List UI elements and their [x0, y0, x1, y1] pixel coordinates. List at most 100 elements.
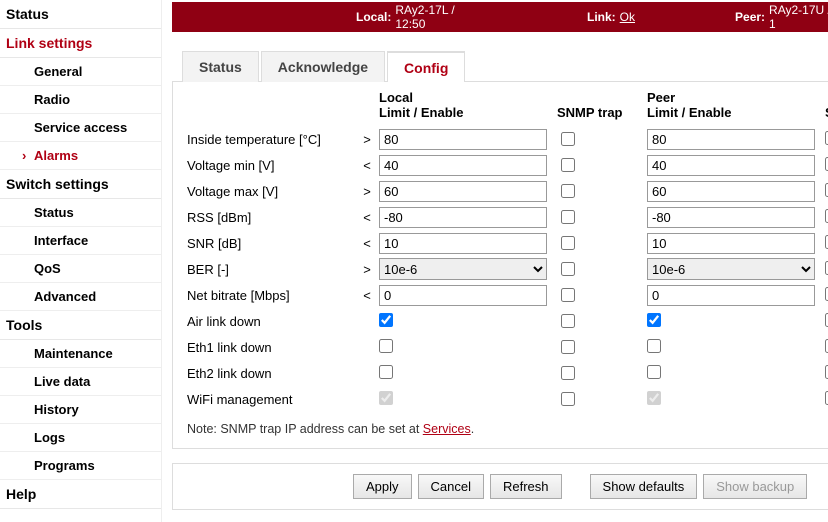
local-input[interactable] — [379, 207, 547, 228]
peer-cell — [647, 233, 825, 254]
header-bar: Local: RAy2-17L / 12:50 Link: Ok Peer: R… — [172, 2, 828, 32]
config-row: BER [-]>10e-610e-6 — [187, 256, 828, 282]
snmp-checkbox[interactable] — [561, 366, 575, 380]
local-input[interactable] — [379, 129, 547, 150]
local-cell — [379, 129, 557, 150]
nav-item-interface[interactable]: Interface — [0, 227, 161, 255]
tab-acknowledge[interactable]: Acknowledge — [261, 51, 385, 82]
nav-section-tools[interactable]: Tools — [0, 311, 161, 340]
peer-select[interactable]: 10e-6 — [647, 258, 815, 280]
local-cell — [379, 339, 557, 356]
snmp-cell — [557, 158, 647, 172]
col-local-line1: Local — [379, 90, 557, 105]
snmp-checkbox[interactable] — [561, 340, 575, 354]
col-local-line2: Limit / Enable — [379, 105, 557, 120]
row-label: Voltage min [V] — [187, 158, 355, 173]
local-cell — [379, 365, 557, 382]
header-local-label: Local: — [356, 10, 391, 24]
nav-item-switch-status[interactable]: Status — [0, 199, 161, 227]
nav-item-qos[interactable]: QoS — [0, 255, 161, 283]
peer-input[interactable] — [647, 181, 815, 202]
snmp-cell — [557, 210, 647, 224]
snmp-checkbox[interactable] — [561, 158, 575, 172]
peer-cell — [647, 155, 825, 176]
nav-item-radio[interactable]: Radio — [0, 86, 161, 114]
peer-cell — [647, 339, 825, 356]
local-checkbox[interactable] — [379, 365, 393, 379]
nav-section-help[interactable]: Help — [0, 480, 161, 509]
note-text: Note: SNMP trap IP address can be set at… — [187, 422, 828, 436]
config-row: Voltage max [V]> — [187, 178, 828, 204]
peer-cell — [647, 181, 825, 202]
col-peer-line1: Peer — [647, 90, 825, 105]
snmp-cell — [557, 366, 647, 380]
nav-item-live-data[interactable]: Live data — [0, 368, 161, 396]
cancel-button[interactable]: Cancel — [418, 474, 484, 499]
local-cell — [379, 181, 557, 202]
config-row: Air link down — [187, 308, 828, 334]
local-checkbox[interactable] — [379, 339, 393, 353]
nav-item-programs[interactable]: Programs — [0, 452, 161, 480]
tab-config[interactable]: Config — [387, 51, 465, 82]
local-input[interactable] — [379, 155, 547, 176]
main-area: Local: RAy2-17L / 12:50 Link: Ok Peer: R… — [162, 0, 828, 522]
peer-checkbox[interactable] — [647, 365, 661, 379]
row-operator: < — [355, 236, 379, 251]
local-checkbox[interactable] — [379, 313, 393, 327]
snmp-checkbox[interactable] — [561, 132, 575, 146]
header-link-label: Link: — [587, 10, 616, 24]
peer-input[interactable] — [647, 155, 815, 176]
local-select[interactable]: 10e-6 — [379, 258, 547, 280]
show-defaults-button[interactable]: Show defaults — [590, 474, 698, 499]
services-link[interactable]: Services — [423, 422, 471, 436]
local-input[interactable] — [379, 181, 547, 202]
peer-input[interactable] — [647, 285, 815, 306]
header-link-value[interactable]: Ok — [620, 10, 635, 24]
peer-checkbox — [647, 391, 661, 405]
action-bar: Apply Cancel Refresh Show defaults Show … — [172, 463, 828, 510]
local-cell — [379, 233, 557, 254]
config-panel: Local Limit / Enable SNMP trap Peer Limi… — [172, 82, 828, 449]
config-row: WiFi management — [187, 386, 828, 412]
row-operator: < — [355, 288, 379, 303]
snmp-checkbox[interactable] — [561, 392, 575, 406]
snmp-checkbox[interactable] — [561, 262, 575, 276]
config-row: Voltage min [V]< — [187, 152, 828, 178]
peer-input[interactable] — [647, 233, 815, 254]
snmp-checkbox[interactable] — [561, 236, 575, 250]
snmp-checkbox[interactable] — [561, 184, 575, 198]
tab-status[interactable]: Status — [182, 51, 259, 82]
nav-section-switch-settings[interactable]: Switch settings — [0, 170, 161, 199]
nav-section-link-settings[interactable]: Link settings — [0, 29, 161, 58]
row-label: Air link down — [187, 314, 355, 329]
snmp-checkbox[interactable] — [561, 314, 575, 328]
col-peer-line2: Limit / Enable — [647, 105, 825, 120]
peer-cell: 10e-6 — [647, 258, 825, 280]
nav-item-maintenance[interactable]: Maintenance — [0, 340, 161, 368]
peer-cell — [647, 207, 825, 228]
row-label: Eth2 link down — [187, 366, 355, 381]
config-row: Eth2 link down — [187, 360, 828, 386]
local-input[interactable] — [379, 233, 547, 254]
column-headers: Local Limit / Enable SNMP trap Peer Limi… — [187, 90, 828, 120]
refresh-button[interactable]: Refresh — [490, 474, 562, 499]
snmp-checkbox[interactable] — [561, 288, 575, 302]
nav-item-general[interactable]: General — [0, 58, 161, 86]
local-input[interactable] — [379, 285, 547, 306]
row-label: SNR [dB] — [187, 236, 355, 251]
peer-checkbox[interactable] — [647, 313, 661, 327]
peer-checkbox[interactable] — [647, 339, 661, 353]
peer-input[interactable] — [647, 129, 815, 150]
peer-cell — [647, 313, 825, 330]
nav-section-status[interactable]: Status — [0, 0, 161, 29]
nav-item-service-access[interactable]: Service access — [0, 114, 161, 142]
header-peer-value: RAy2-17U / 1 — [769, 3, 828, 31]
apply-button[interactable]: Apply — [353, 474, 412, 499]
nav-item-advanced[interactable]: Advanced — [0, 283, 161, 311]
nav-item-alarms[interactable]: Alarms — [0, 142, 161, 170]
nav-item-history[interactable]: History — [0, 396, 161, 424]
snmp-checkbox[interactable] — [561, 210, 575, 224]
nav-item-logs[interactable]: Logs — [0, 424, 161, 452]
snmp-cell — [557, 132, 647, 146]
peer-input[interactable] — [647, 207, 815, 228]
